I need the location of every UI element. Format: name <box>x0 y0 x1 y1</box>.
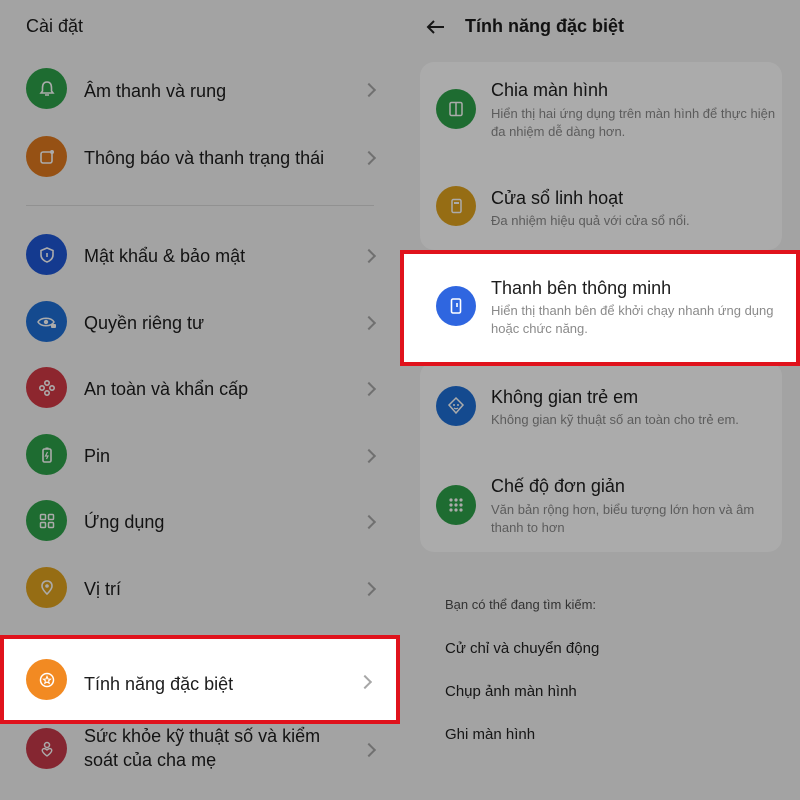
suggestion-item[interactable]: Cử chỉ và chuyển động <box>445 640 599 657</box>
chevron-right-icon <box>361 514 377 530</box>
location-pin-icon <box>26 567 67 608</box>
chevron-right-icon <box>361 742 377 758</box>
settings-item-notifications[interactable]: Thông báo và thanh trạng thái <box>0 136 400 180</box>
settings-item-label: Tính năng đặc biệt <box>84 674 234 694</box>
asterisk-icon <box>26 367 67 408</box>
feature-split-screen[interactable]: Chia màn hình Hiển thị hai ứng dụng trên… <box>420 62 782 162</box>
settings-item-label: Âm thanh và rung <box>84 81 227 101</box>
chevron-right-icon <box>361 150 377 166</box>
notification-icon <box>26 136 67 177</box>
settings-item-label: Ứng dụng <box>84 512 165 532</box>
chevron-right-icon <box>357 674 373 690</box>
chevron-right-icon <box>361 248 377 264</box>
settings-item-sound[interactable]: Âm thanh và rung <box>0 68 400 112</box>
settings-item-privacy[interactable]: Quyền riêng tư <box>0 301 400 345</box>
heart-person-icon <box>26 728 67 769</box>
feature-smart-sidebar[interactable]: Thanh bên thông minh Hiển thị thanh bên … <box>404 254 796 362</box>
settings-item-safety[interactable]: An toàn và khẩn cấp <box>0 367 400 411</box>
battery-icon <box>26 434 67 475</box>
star-badge-icon <box>26 659 67 700</box>
settings-item-label: Sức khỏe kỹ thuật số và kiểm soát của ch… <box>84 724 320 772</box>
feature-kid-space[interactable]: Không gian trẻ em Không gian kỹ thuật số… <box>420 372 782 452</box>
chevron-right-icon <box>361 581 377 597</box>
feature-simple-mode[interactable]: Chế độ đơn giản Văn bản rộng hơn, biểu t… <box>420 462 782 548</box>
feature-floating-window[interactable]: Cửa sổ linh hoạt Đa nhiệm hiệu quả với c… <box>420 172 782 250</box>
settings-item-label: Pin <box>84 446 111 466</box>
chevron-right-icon <box>361 381 377 397</box>
settings-item-digital-wellbeing[interactable]: Sức khỏe kỹ thuật số và kiểm soát của ch… <box>0 724 400 774</box>
feature-title: Chia màn hình <box>491 80 609 100</box>
page-title: Cài đặt <box>26 16 84 36</box>
settings-item-special-features[interactable]: Tính năng đặc biệt <box>4 639 396 720</box>
shield-icon <box>26 234 67 275</box>
settings-item-battery[interactable]: Pin <box>0 434 400 478</box>
settings-item-label: Vị trí <box>84 579 122 599</box>
settings-item-label: Quyền riêng tư <box>84 313 205 333</box>
feature-title: Cửa sổ linh hoạt <box>491 188 624 208</box>
feature-description: Văn bản rộng hơn, biểu tượng lớn hơn và … <box>491 502 755 535</box>
suggestion-item[interactable]: Chụp ảnh màn hình <box>445 683 577 700</box>
arrow-left-icon[interactable] <box>424 15 448 39</box>
settings-item-label: Mật khẩu & bảo mật <box>84 246 246 266</box>
page-title: Tính năng đặc biệt <box>465 16 625 36</box>
search-suggestions-heading: Bạn có thể đang tìm kiếm: <box>445 597 597 612</box>
divider <box>26 205 374 206</box>
settings-item-label: Thông báo và thanh trạng thái <box>84 148 325 168</box>
grid-dots-icon <box>436 485 476 525</box>
settings-item-apps[interactable]: Ứng dụng <box>0 500 400 544</box>
feature-description: Đa nhiệm hiệu quả với cửa sổ nổi. <box>491 213 690 228</box>
feature-description: Hiển thị hai ứng dụng trên màn hình để t… <box>491 106 776 139</box>
bell-icon <box>26 68 67 109</box>
floating-window-icon <box>436 186 476 226</box>
sidebar-icon <box>436 286 476 326</box>
feature-title: Không gian trẻ em <box>491 387 639 407</box>
chevron-right-icon <box>361 82 377 98</box>
settings-panel: Cài đặt Âm thanh và rung Thông báo và th… <box>0 0 400 800</box>
chevron-right-icon <box>361 448 377 464</box>
feature-group: Chia màn hình Hiển thị hai ứng dụng trên… <box>420 62 782 250</box>
eye-lock-icon <box>26 301 67 342</box>
settings-item-label: An toàn và khẩn cấp <box>84 379 249 399</box>
split-screen-icon <box>436 89 476 129</box>
feature-description: Hiển thị thanh bên để khởi chạy nhanh ứn… <box>491 303 774 336</box>
feature-title: Chế độ đơn giản <box>491 476 625 496</box>
chevron-right-icon <box>361 315 377 331</box>
kid-face-icon <box>436 386 476 426</box>
feature-title: Thanh bên thông minh <box>491 278 672 298</box>
settings-item-location[interactable]: Vị trí <box>0 567 400 611</box>
settings-item-password-security[interactable]: Mật khẩu & bảo mật <box>0 234 400 278</box>
special-features-panel: Tính năng đặc biệt Chia màn hình Hiển th… <box>400 0 800 800</box>
settings-item-label-line2: soát của cha mẹ <box>84 750 217 770</box>
feature-description: Không gian kỹ thuật số an toàn cho trẻ e… <box>491 412 739 427</box>
feature-group: Không gian trẻ em Không gian kỹ thuật số… <box>420 362 782 552</box>
apps-grid-icon <box>26 500 67 541</box>
suggestion-item[interactable]: Ghi màn hình <box>445 726 535 743</box>
settings-item-label-line1: Sức khỏe kỹ thuật số và kiểm <box>84 726 321 746</box>
